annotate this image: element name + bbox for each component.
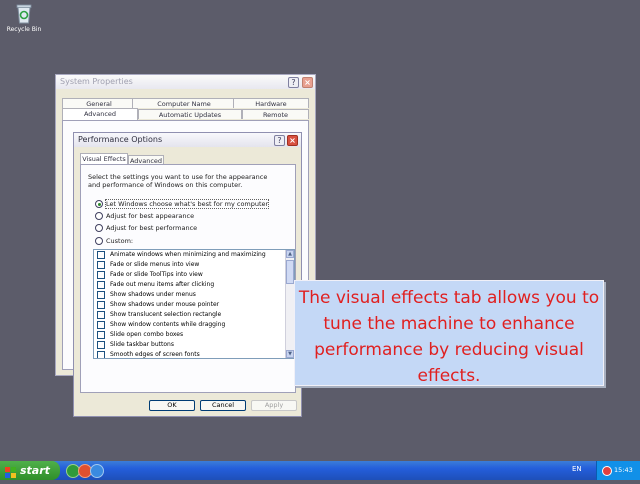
tab-remote[interactable]: Remote xyxy=(242,109,309,119)
effect-checkbox-row[interactable]: Slide taskbar buttons xyxy=(94,340,294,350)
help-button[interactable]: ? xyxy=(288,77,299,88)
tab-label: Remote xyxy=(262,111,289,119)
tab-label: Hardware xyxy=(255,100,287,108)
tab-label: Advanced xyxy=(83,110,117,118)
callout-text: The visual effects tab allows you to tun… xyxy=(298,288,600,386)
effect-label: Fade or slide menus into view xyxy=(110,261,200,268)
apply-button[interactable]: Apply xyxy=(251,400,297,411)
effect-checkbox-row[interactable]: Show window contents while dragging xyxy=(94,320,294,330)
checkbox-icon[interactable] xyxy=(97,250,105,259)
scroll-thumb[interactable] xyxy=(286,260,294,284)
checkbox-icon[interactable] xyxy=(97,330,105,339)
checkbox-icon[interactable] xyxy=(97,260,105,269)
recycle-bin-icon xyxy=(14,2,34,24)
effects-rows: Animate windows when minimizing and maxi… xyxy=(94,250,294,358)
checkbox-icon[interactable] xyxy=(97,270,105,279)
system-properties-titlebar[interactable]: System Properties xyxy=(56,75,315,89)
effect-label: Show shadows under menus xyxy=(110,291,196,298)
radio-icon xyxy=(95,224,103,232)
effect-label: Slide taskbar buttons xyxy=(110,341,174,348)
tab-label: Visual Effects xyxy=(82,155,126,163)
effect-label: Show shadows under mouse pointer xyxy=(110,301,220,308)
close-button[interactable]: × xyxy=(302,77,313,88)
checkbox-icon[interactable] xyxy=(97,280,105,289)
effect-checkbox-row[interactable]: Fade or slide ToolTips into view xyxy=(94,270,294,280)
ok-button[interactable]: OK xyxy=(149,400,195,411)
radio-label: Adjust for best performance xyxy=(106,224,198,232)
effect-checkbox-row[interactable]: Show shadows under mouse pointer xyxy=(94,300,294,310)
radio-custom[interactable]: Custom: xyxy=(95,236,133,246)
close-icon: × xyxy=(289,136,296,145)
help-icon: ? xyxy=(291,78,296,87)
close-button[interactable]: × xyxy=(287,135,298,146)
start-label: start xyxy=(20,464,50,477)
scroll-down-icon[interactable]: ▼ xyxy=(286,350,294,358)
description-text: Select the settings you want to use for … xyxy=(88,173,268,189)
window-title: Performance Options xyxy=(78,135,163,144)
tray-icon[interactable] xyxy=(602,466,612,476)
tab-hardware[interactable]: Hardware xyxy=(233,98,309,108)
effect-label: Slide open combo boxes xyxy=(110,331,184,338)
cancel-button[interactable]: Cancel xyxy=(200,400,246,411)
radio-selected-icon xyxy=(95,200,103,208)
help-button[interactable]: ? xyxy=(274,135,285,146)
tab-label: Computer Name xyxy=(157,100,211,108)
taskbar-clock[interactable]: 15:43 xyxy=(614,466,633,474)
radio-let-windows-choose[interactable]: Let Windows choose what's best for my co… xyxy=(95,199,270,209)
effect-label: Show translucent selection rectangle xyxy=(110,311,222,318)
effect-checkbox-row[interactable]: Smooth edges of screen fonts xyxy=(94,350,294,358)
radio-label: Custom: xyxy=(106,237,134,245)
recycle-bin-shortcut[interactable]: Recycle Bin xyxy=(4,0,44,36)
radio-best-performance[interactable]: Adjust for best performance xyxy=(95,223,197,233)
radio-label: Adjust for best appearance xyxy=(106,212,195,220)
scroll-up-icon[interactable]: ▲ xyxy=(286,250,294,258)
checkbox-icon[interactable] xyxy=(97,350,105,358)
radio-icon xyxy=(95,212,103,220)
language-indicator[interactable]: EN xyxy=(572,465,582,473)
checkbox-icon[interactable] xyxy=(97,310,105,319)
tab-automatic-updates[interactable]: Automatic Updates xyxy=(138,109,242,119)
close-icon: × xyxy=(304,78,311,87)
effect-checkbox-row[interactable]: Animate windows when minimizing and maxi… xyxy=(94,250,294,260)
effects-list[interactable]: Animate windows when minimizing and maxi… xyxy=(93,249,295,359)
checkbox-icon[interactable] xyxy=(97,320,105,329)
radio-label: Let Windows choose what's best for my co… xyxy=(104,199,270,209)
tutorial-callout: The visual effects tab allows you to tun… xyxy=(294,280,604,386)
start-button[interactable]: start xyxy=(0,461,60,480)
tab-label: General xyxy=(86,100,112,108)
performance-options-titlebar[interactable]: Performance Options xyxy=(74,133,301,147)
effect-checkbox-row[interactable]: Show shadows under menus xyxy=(94,290,294,300)
effect-label: Fade or slide ToolTips into view xyxy=(110,271,203,278)
effect-checkbox-row[interactable]: Fade out menu items after clicking xyxy=(94,280,294,290)
windows-logo-icon xyxy=(5,465,16,478)
effect-label: Fade out menu items after clicking xyxy=(110,281,215,288)
tab-label: Automatic Updates xyxy=(158,111,222,119)
effect-checkbox-row[interactable]: Fade or slide menus into view xyxy=(94,260,294,270)
checkbox-icon[interactable] xyxy=(97,340,105,349)
visual-effects-panel: Select the settings you want to use for … xyxy=(80,164,296,393)
checkbox-icon[interactable] xyxy=(97,290,105,299)
window-title: System Properties xyxy=(60,77,133,86)
checkbox-icon[interactable] xyxy=(97,300,105,309)
effect-checkbox-row[interactable]: Slide open combo boxes xyxy=(94,330,294,340)
tab-general[interactable]: General xyxy=(62,98,136,108)
effect-label: Smooth edges of screen fonts xyxy=(110,351,200,358)
radio-icon xyxy=(95,237,103,245)
radio-best-appearance[interactable]: Adjust for best appearance xyxy=(95,211,194,221)
effect-label: Show window contents while dragging xyxy=(110,321,226,328)
internet-explorer-icon[interactable] xyxy=(90,464,104,478)
effects-scrollbar[interactable]: ▲ ▼ xyxy=(285,250,294,358)
help-icon: ? xyxy=(277,136,282,145)
recycle-bin-label: Recycle Bin xyxy=(6,26,42,33)
effect-checkbox-row[interactable]: Show translucent selection rectangle xyxy=(94,310,294,320)
effect-label: Animate windows when minimizing and maxi… xyxy=(110,251,266,258)
tab-computer-name[interactable]: Computer Name xyxy=(132,98,236,108)
performance-options-window: Performance Options ? × Visual Effects A… xyxy=(73,132,302,417)
